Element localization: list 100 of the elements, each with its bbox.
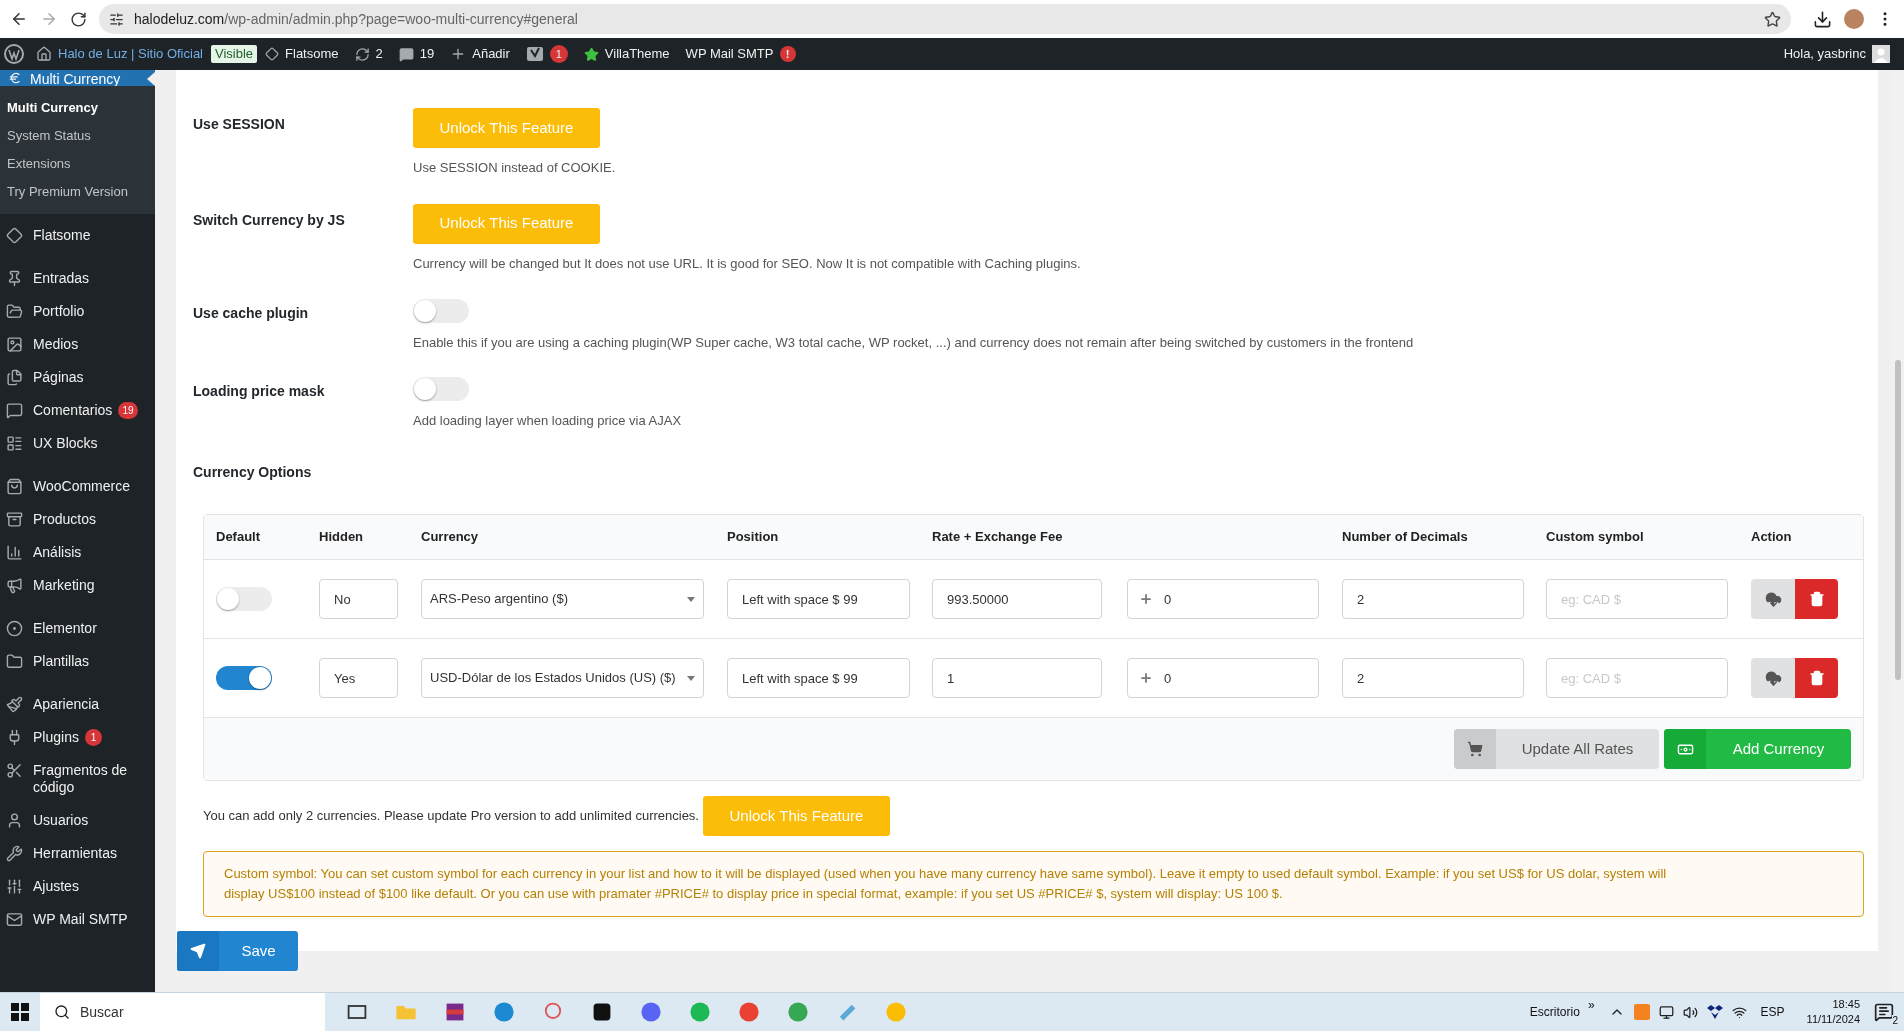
language-indicator[interactable]: ESP: [1760, 1003, 1785, 1021]
submenu-item[interactable]: Extensions: [0, 150, 155, 178]
alert-badge: !: [779, 46, 796, 62]
cloud-download-icon: [1764, 590, 1782, 608]
download-rate-button[interactable]: [1751, 579, 1795, 619]
archive-icon: [6, 511, 23, 528]
sidebar-item[interactable]: Usuarios: [0, 804, 155, 837]
bookmark-star-icon[interactable]: [1764, 10, 1781, 28]
caret-icon: [687, 675, 695, 681]
notifications-icon[interactable]: [1874, 1002, 1894, 1022]
bag-icon: [6, 478, 23, 495]
plus-icon: [1139, 592, 1153, 606]
updates-icon: [354, 46, 370, 62]
updates-count[interactable]: 2: [375, 44, 383, 64]
sidebar-item[interactable]: Apariencia: [0, 688, 155, 721]
column-header: Position: [727, 528, 780, 547]
user-icon: [6, 812, 23, 829]
submenu-item[interactable]: Try Premium Version: [0, 178, 155, 206]
delete-button[interactable]: [1795, 579, 1838, 619]
back-icon[interactable]: [10, 10, 28, 28]
submenu-item[interactable]: System Status: [0, 122, 155, 150]
sidebar-item[interactable]: Plantillas: [0, 645, 155, 678]
star-icon: [583, 46, 599, 62]
rate-field[interactable]: 993.50000: [932, 579, 1102, 619]
address-bar[interactable]: halodeluz.com/wp-admin/admin.php?page=woo-multi-currency#general: [99, 4, 1791, 34]
reload-icon[interactable]: [70, 10, 87, 28]
position-field[interactable]: Left with space $ 99: [727, 579, 910, 619]
currency-select[interactable]: ARS-Peso argentino ($): [421, 579, 704, 619]
section-title: Currency Options: [193, 464, 312, 480]
exchange-fee-field[interactable]: 0: [1127, 658, 1319, 698]
hidden-field[interactable]: No: [319, 579, 398, 619]
volume-icon[interactable]: [1682, 1004, 1698, 1020]
profile-avatar[interactable]: [1844, 9, 1864, 29]
column-header: Number of Decimals: [1342, 528, 1469, 547]
column-header: Custom symbol: [1546, 528, 1645, 547]
sidebar-item[interactable]: Entradas: [0, 262, 155, 295]
sidebar-item[interactable]: WooCommerce: [0, 470, 155, 503]
sidebar-item[interactable]: Comentarios 19: [0, 394, 155, 427]
sidebar-item[interactable]: Flatsome: [0, 219, 155, 252]
theme-link[interactable]: Flatsome: [285, 44, 339, 64]
sidebar-item[interactable]: Medios: [0, 328, 155, 361]
column-header: Rate + Exchange Fee: [932, 528, 1064, 547]
count-badge: 1: [84, 729, 102, 746]
sidebar-item[interactable]: UX Blocks: [0, 427, 155, 460]
default-toggle[interactable]: [216, 666, 272, 690]
update-rates-button[interactable]: Update All Rates: [1454, 729, 1659, 769]
desktop-label[interactable]: Escritorio: [1529, 1003, 1580, 1021]
download-rate-button[interactable]: [1751, 658, 1795, 698]
delete-button[interactable]: [1795, 658, 1838, 698]
submenu-item[interactable]: Multi Currency: [0, 94, 155, 122]
sidebar-item[interactable]: Páginas: [0, 361, 155, 394]
sidebar-item[interactable]: Ajustes: [0, 870, 155, 903]
site-settings-icon[interactable]: [109, 11, 124, 27]
trash-icon: [1808, 591, 1825, 607]
start-icon[interactable]: [11, 1003, 29, 1021]
save-button[interactable]: Save: [177, 931, 298, 971]
taskbar-search-field[interactable]: Buscar: [40, 992, 325, 1031]
pages-icon: [6, 369, 23, 386]
network-icon[interactable]: [1731, 1004, 1747, 1020]
plus-icon: [1139, 671, 1153, 685]
sidebar-item[interactable]: Portfolio: [0, 295, 155, 328]
monitor-icon[interactable]: [1658, 1004, 1674, 1020]
sidebar-item[interactable]: Análisis: [0, 536, 155, 569]
rate-field[interactable]: 1: [932, 658, 1102, 698]
currency-select[interactable]: USD-Dólar de los Estados Unidos (US) ($): [421, 658, 704, 698]
toggle-switch[interactable]: [413, 376, 469, 401]
clock-time: 18:45: [1832, 997, 1860, 1012]
default-toggle[interactable]: [216, 587, 272, 611]
user-avatar-icon: [1872, 45, 1890, 63]
position-field[interactable]: Left with space $ 99: [727, 658, 910, 698]
column-header: Action: [1751, 528, 1793, 547]
comments-count[interactable]: 19: [419, 44, 435, 64]
add-new-link[interactable]: Añadir: [472, 44, 510, 64]
decimals-field[interactable]: 2: [1342, 579, 1524, 619]
toolbar-expand[interactable]: »: [1587, 996, 1595, 1014]
visibility-badge: Visible: [211, 45, 258, 63]
column-header: Default: [216, 528, 262, 547]
sidebar-item[interactable]: Elementor: [0, 612, 155, 645]
download-icon[interactable]: [1813, 9, 1832, 29]
hidden-field[interactable]: Yes: [319, 658, 398, 698]
scissors-icon: [6, 762, 23, 779]
pin-icon: [6, 270, 23, 287]
smtp-link[interactable]: WP Mail SMTP: [685, 44, 774, 64]
sidebar-item[interactable]: WP Mail SMTP: [0, 903, 155, 936]
greeting-link[interactable]: Hola, yasbrinc: [1783, 44, 1866, 64]
search-icon: [54, 1003, 70, 1020]
sidebar-item[interactable]: Plugins 1: [0, 721, 155, 754]
sidebar-item[interactable]: Fragmentos de código: [0, 754, 155, 804]
rows-icon: [6, 435, 23, 452]
setting-label: Loading price mask: [193, 381, 326, 401]
sidebar-item[interactable]: Productos: [0, 503, 155, 536]
exchange-fee-field[interactable]: 0: [1127, 579, 1319, 619]
megaphone-icon: [6, 577, 23, 594]
sidebar-item[interactable]: Herramientas: [0, 837, 155, 870]
toggle-switch[interactable]: [413, 299, 469, 323]
sidebar-item[interactable]: Marketing: [0, 569, 155, 602]
decimals-field[interactable]: 2: [1342, 658, 1524, 698]
current-menu-item[interactable]: Multi Currency: [0, 70, 155, 86]
villatheme-link[interactable]: VillaTheme: [604, 44, 670, 64]
site-name-link[interactable]: Halo de Luz | Sitio Oficial: [58, 44, 203, 64]
